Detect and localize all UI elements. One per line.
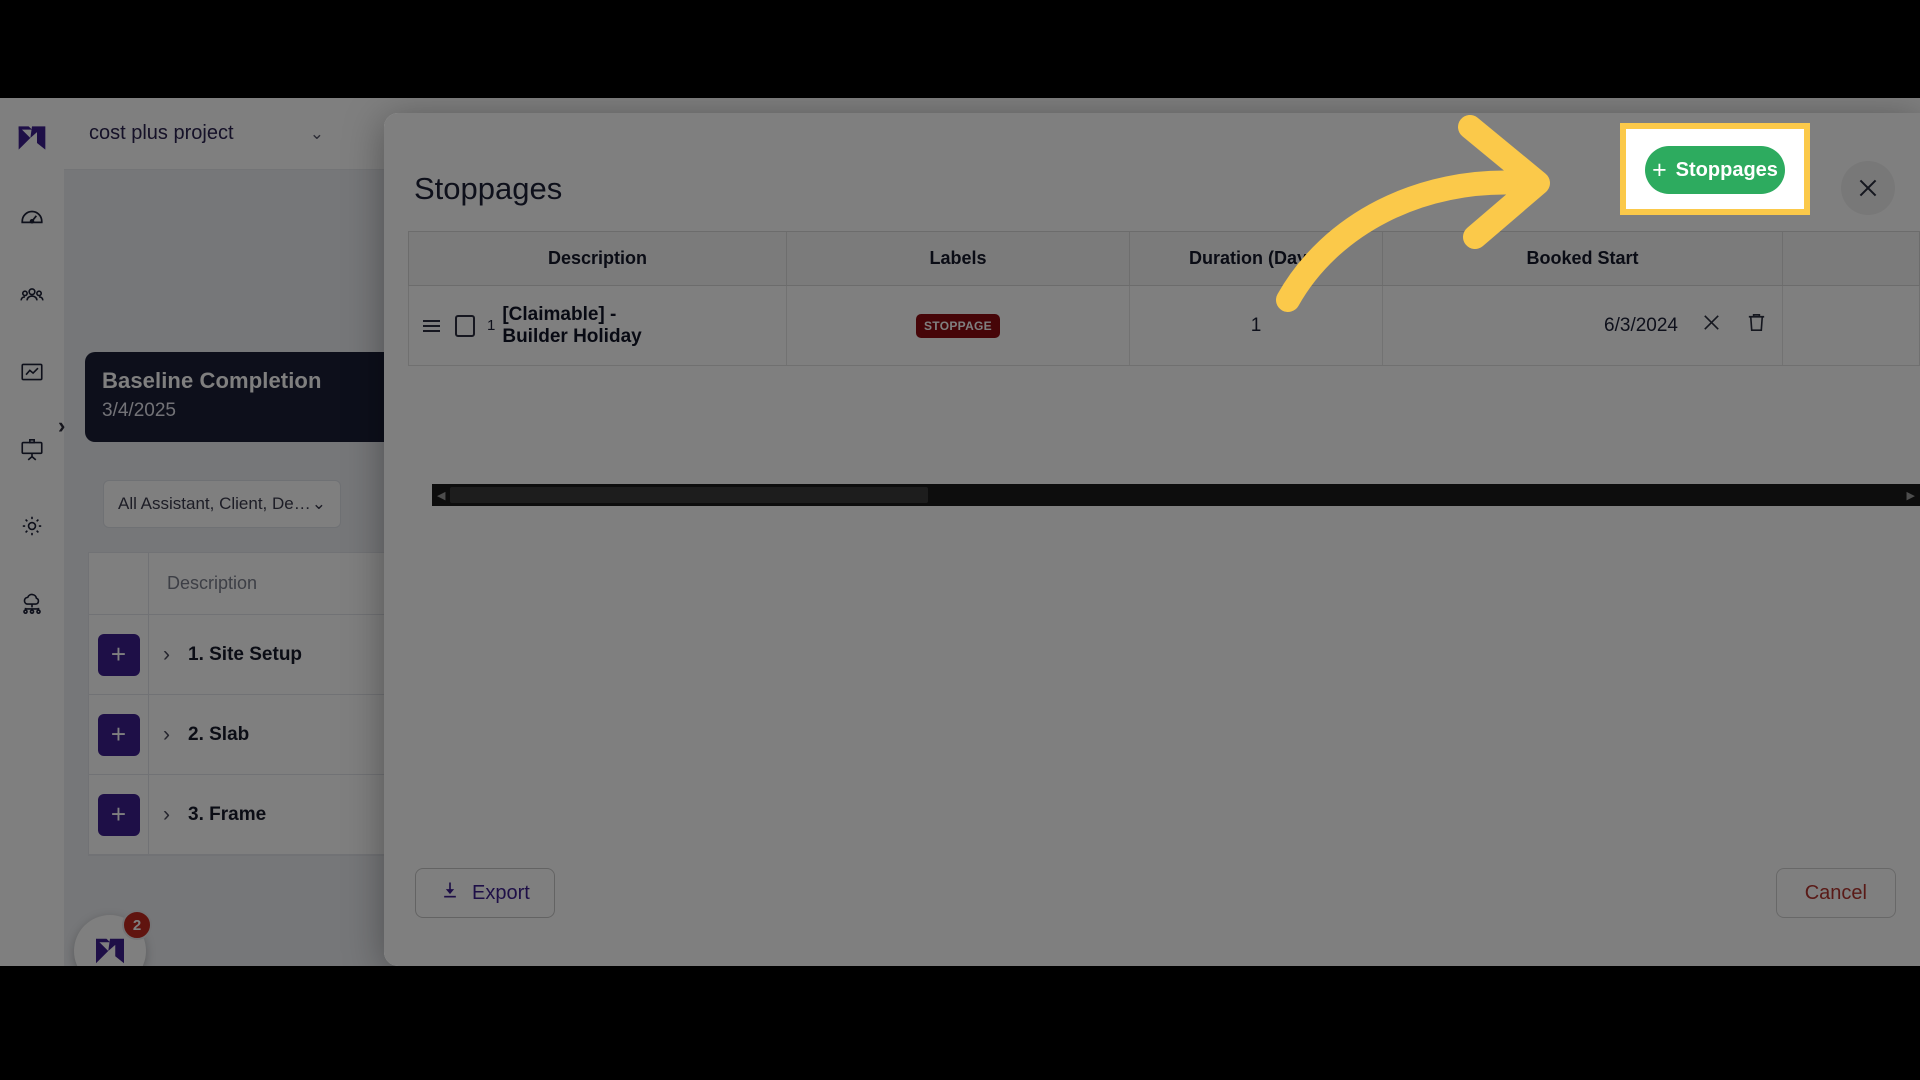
export-button-label: Export (472, 881, 530, 904)
plus-icon: + (1652, 155, 1667, 184)
row-description: [Claimable] - Builder Holiday (502, 304, 641, 348)
cancel-button[interactable]: Cancel (1775, 868, 1896, 918)
cell-labels: STOPPAGE (787, 286, 1130, 365)
trash-icon[interactable] (1745, 311, 1768, 340)
add-stoppages-button[interactable]: + Stoppages (1645, 146, 1785, 194)
close-icon[interactable] (1700, 311, 1723, 340)
booked-start-value[interactable]: 6/3/2024 (1604, 315, 1678, 337)
horizontal-scrollbar[interactable]: ◀ ▶ (432, 484, 1920, 506)
scroll-left-arrow-icon[interactable]: ◀ (432, 489, 450, 502)
row-number: 1 (487, 317, 496, 334)
scroll-right-arrow-icon[interactable]: ▶ (1902, 489, 1920, 502)
screenshot-root: cost plus project ⌄ › Baseline Completio… (0, 0, 1920, 1080)
drag-handle-icon[interactable] (423, 319, 440, 332)
download-icon (440, 880, 460, 906)
page-title: Stoppages (414, 171, 563, 206)
curved-arrow-right-icon (1276, 115, 1550, 312)
cancel-button-label: Cancel (1804, 881, 1867, 904)
row-description-line2: Builder Holiday (502, 325, 642, 347)
stoppages-table: Description Labels Duration (Days) Booke… (408, 231, 1920, 506)
export-button[interactable]: Export (415, 868, 555, 918)
scrollbar-thumb[interactable] (450, 487, 929, 503)
cell-description: 1 [Claimable] - Builder Holiday (409, 286, 787, 365)
stoppages-table-header: Description Labels Duration (Days) Booke… (408, 231, 1920, 286)
column-header-description[interactable]: Description (409, 232, 787, 285)
checkbox-icon[interactable] (455, 314, 475, 337)
close-icon[interactable] (1841, 161, 1895, 215)
status-badge[interactable]: STOPPAGE (916, 313, 1000, 338)
table-row[interactable]: 1 [Claimable] - Builder Holiday STOPPAGE… (408, 286, 1920, 366)
row-description-line1: [Claimable] - (502, 303, 617, 325)
stoppages-modal: Stoppages Description Labels Duration (D… (384, 113, 1920, 966)
column-header-labels[interactable]: Labels (787, 232, 1130, 285)
add-stoppages-label: Stoppages (1675, 158, 1778, 181)
